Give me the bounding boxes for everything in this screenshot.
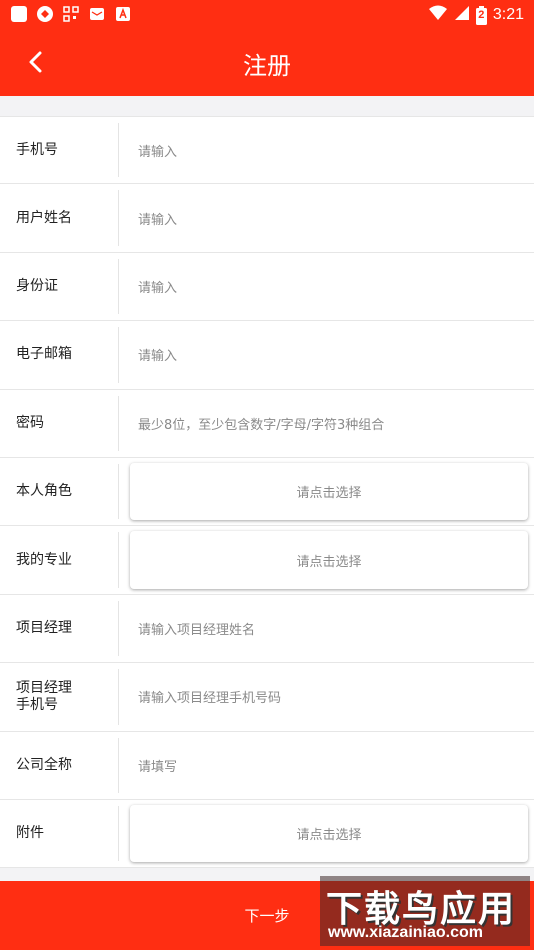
id-card-input[interactable]: 请输入: [138, 253, 524, 320]
registration-form: 手机号 请输入 用户姓名 请输入 身份证 请输入 电子邮箱 请输入 密码 最少8…: [0, 116, 534, 869]
divider: [118, 532, 119, 588]
wifi-icon: [428, 4, 448, 26]
id-card-label: 身份证: [16, 277, 58, 294]
clock: 3:21: [492, 6, 524, 23]
row-major: 我的专业 请点击选择: [0, 526, 534, 595]
divider: [118, 258, 119, 315]
password-label: 密码: [16, 414, 44, 431]
email-label: 电子邮箱: [16, 346, 72, 363]
row-pm-name: 项目经理 请输入项目经理姓名: [0, 594, 534, 664]
row-id-card: 身份证 请输入: [0, 252, 534, 322]
row-username: 用户姓名 请输入: [0, 184, 534, 253]
divider: [118, 805, 119, 862]
divider: [118, 123, 119, 178]
company-label: 公司全称: [16, 756, 72, 773]
attachment-select-button[interactable]: 请点击选择: [130, 804, 528, 863]
app-bar: 注册: [0, 28, 534, 96]
pm-phone-input[interactable]: 请输入项目经理手机号码: [138, 663, 524, 730]
divider: [118, 395, 119, 451]
divider: [118, 190, 119, 246]
battery-digit: 2: [478, 8, 485, 21]
watermark-url: www.xiazainiao.com: [328, 924, 484, 941]
divider: [118, 600, 119, 657]
signal-icon: [454, 4, 470, 26]
pm-phone-label: 项目经理 手机号: [16, 663, 112, 730]
divider: [118, 327, 119, 383]
page-title: 注册: [243, 52, 291, 80]
status-icons-right: 2 3:21: [428, 4, 524, 26]
mail-icon: [88, 5, 106, 23]
phone-input[interactable]: 请输入: [138, 117, 524, 183]
company-input[interactable]: 请填写: [138, 732, 524, 799]
role-select-button[interactable]: 请点击选择: [130, 462, 528, 521]
row-email: 电子邮箱 请输入: [0, 321, 534, 390]
username-input[interactable]: 请输入: [138, 184, 524, 251]
password-input[interactable]: 最少8位，至少包含数字/字母/字符3种组合: [138, 390, 524, 457]
app-square-icon: [10, 5, 28, 23]
pm-phone-label-line1: 项目经理: [16, 679, 72, 696]
status-icons-left: [10, 5, 132, 23]
email-input[interactable]: 请输入: [138, 321, 524, 388]
row-phone: 手机号 请输入: [0, 116, 534, 185]
app-diamond-icon: [36, 5, 54, 23]
pm-phone-label-line2: 手机号: [16, 696, 58, 713]
username-label: 用户姓名: [16, 209, 72, 226]
pm-name-input[interactable]: 请输入项目经理姓名: [138, 595, 524, 662]
status-bar: 2 3:21: [0, 0, 534, 28]
watermark-logo: 下载鸟应用 www.xiazainiao.com: [320, 876, 530, 946]
divider: [118, 737, 119, 793]
row-attachment: 附件 请点击选择: [0, 799, 534, 869]
row-role: 本人角色 请点击选择: [0, 457, 534, 527]
divider: [118, 463, 119, 520]
qr-icon: [62, 5, 80, 23]
major-label: 我的专业: [16, 551, 72, 568]
pm-name-label: 项目经理: [16, 619, 72, 636]
divider: [118, 669, 119, 725]
phone-label: 手机号: [16, 141, 58, 158]
battery-icon: 2: [475, 5, 487, 25]
major-select-button[interactable]: 请点击选择: [130, 531, 528, 589]
role-label: 本人角色: [16, 483, 72, 500]
row-company: 公司全称 请填写: [0, 731, 534, 800]
attachment-label: 附件: [16, 825, 44, 842]
row-password: 密码 最少8位，至少包含数字/字母/字符3种组合: [0, 389, 534, 458]
font-a-icon: [114, 5, 132, 23]
row-pm-phone: 项目经理 手机号 请输入项目经理手机号码: [0, 663, 534, 732]
